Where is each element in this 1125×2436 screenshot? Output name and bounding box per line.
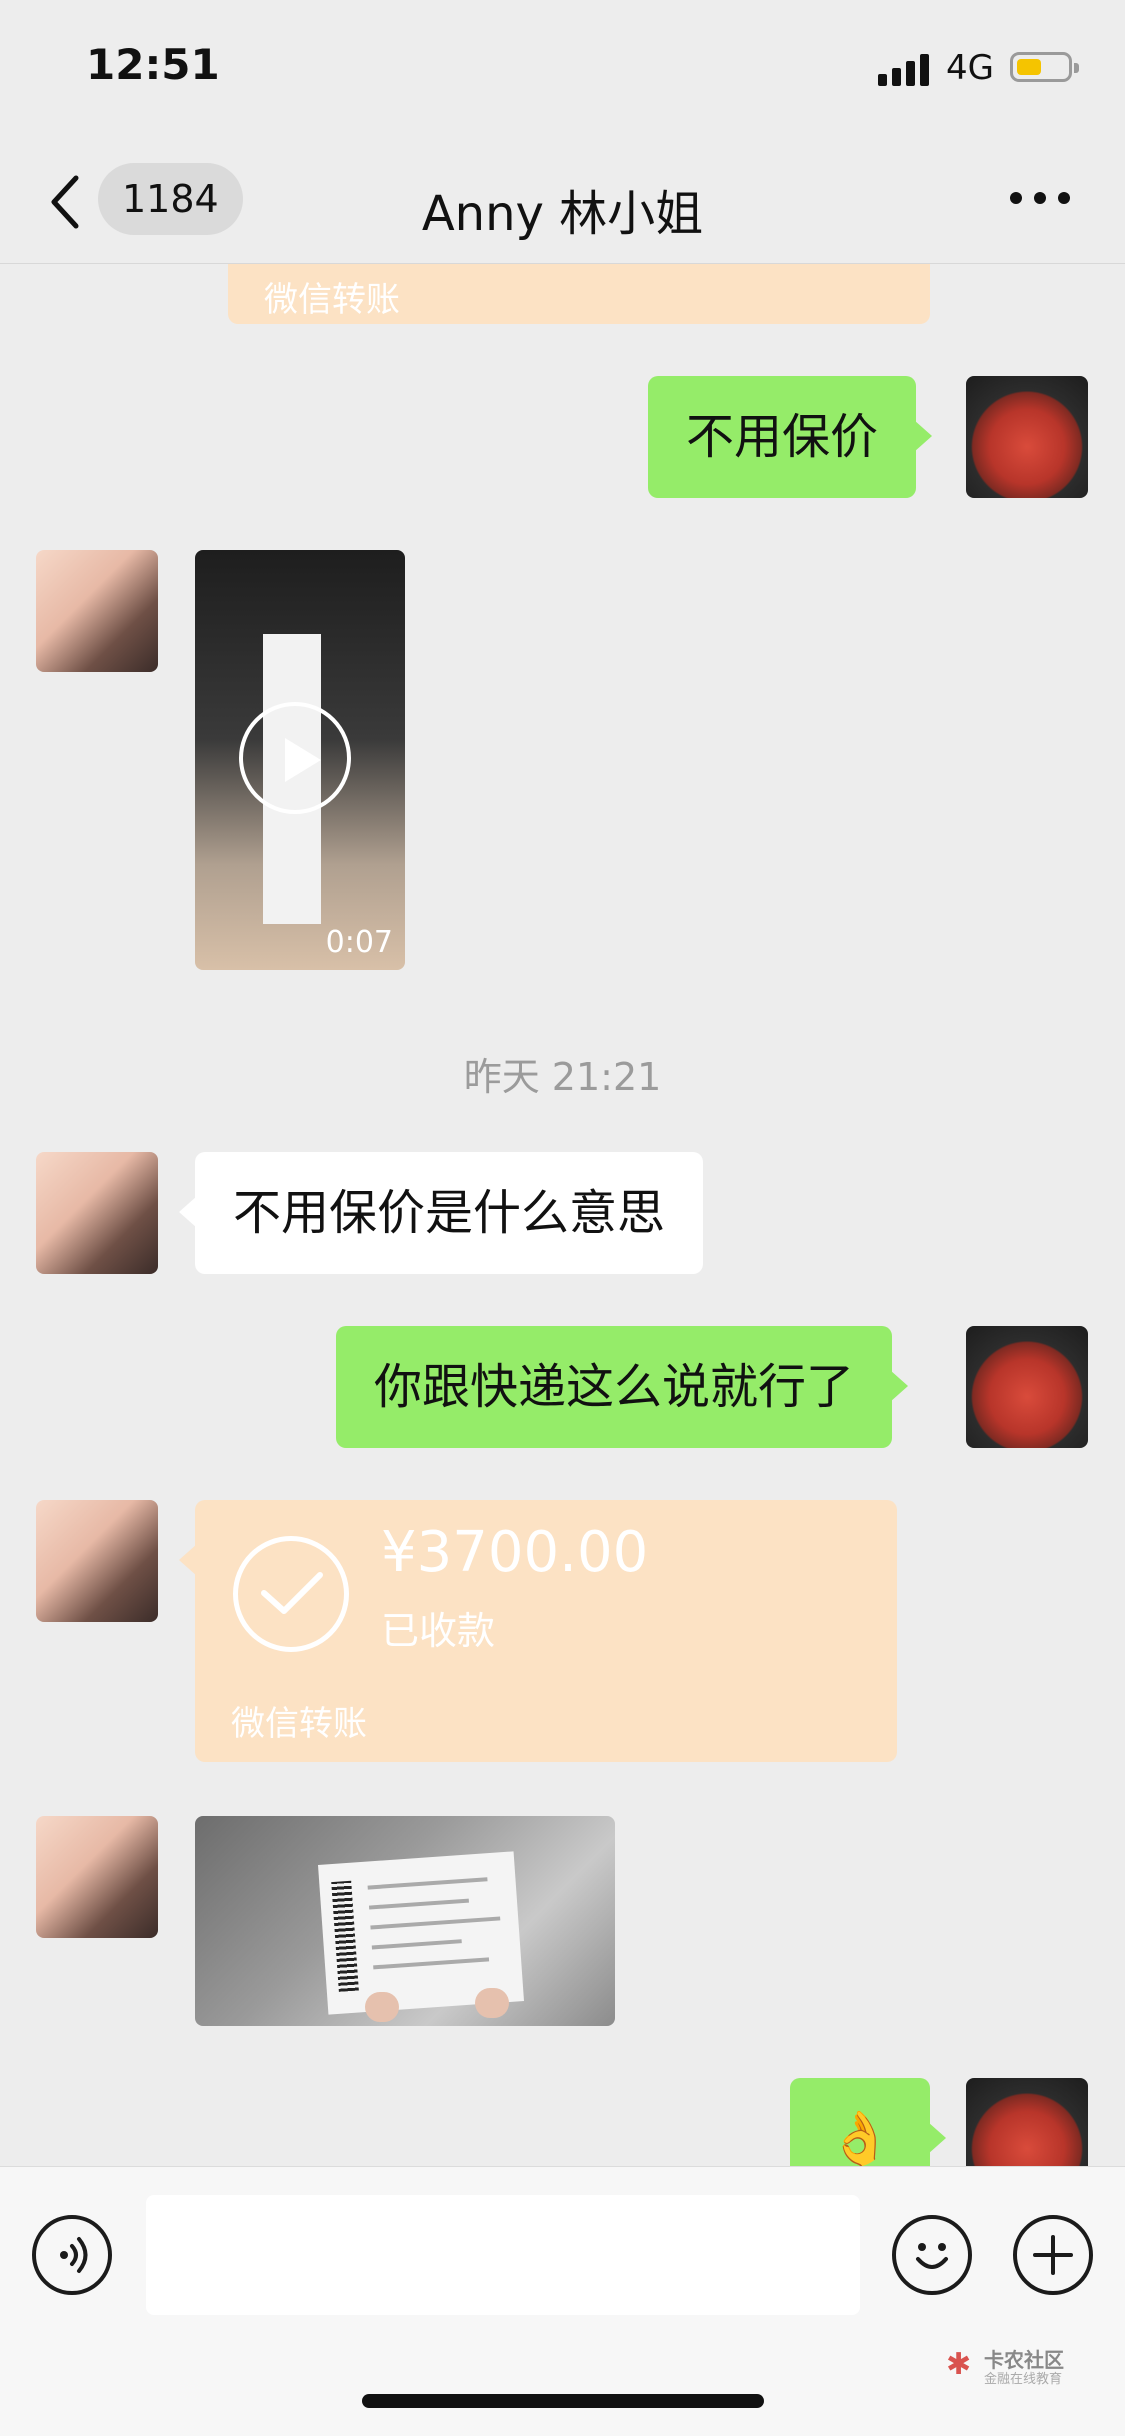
contact-avatar[interactable] bbox=[36, 1152, 158, 1274]
image-message[interactable] bbox=[195, 1816, 615, 2026]
chat-title: Anny 林小姐 bbox=[421, 186, 704, 242]
voice-input-button[interactable] bbox=[32, 2215, 112, 2295]
home-indicator[interactable] bbox=[362, 2394, 764, 2408]
message-input[interactable] bbox=[146, 2195, 860, 2315]
plus-icon bbox=[1033, 2235, 1073, 2275]
video-duration: 0:07 bbox=[325, 925, 393, 960]
transfer-status: 已收款 bbox=[381, 1609, 496, 1653]
play-icon[interactable] bbox=[239, 702, 351, 814]
smiley-icon bbox=[916, 2243, 948, 2269]
signal-icon bbox=[878, 52, 934, 86]
transfer-label: 微信转账 bbox=[231, 1704, 367, 1744]
message-timestamp: 昨天 21:21 bbox=[463, 1055, 662, 1099]
message-list[interactable]: 微信转账 不用保价 0:07 昨天 21:21 不用保价是什么意思 你跟快递这么… bbox=[0, 264, 1125, 2166]
contact-avatar[interactable] bbox=[36, 550, 158, 672]
network-type: 4G bbox=[946, 48, 994, 88]
my-avatar[interactable] bbox=[966, 2078, 1088, 2166]
contact-avatar[interactable] bbox=[36, 1500, 158, 1622]
contact-avatar[interactable] bbox=[36, 1816, 158, 1938]
checkmark-icon bbox=[233, 1536, 349, 1652]
watermark-logo-icon: ✱ bbox=[946, 2347, 972, 2382]
status-bar: 12:51 4G bbox=[0, 0, 1125, 140]
more-options-icon[interactable] bbox=[1010, 192, 1070, 206]
my-avatar[interactable] bbox=[966, 1326, 1088, 1448]
message-bubble-sent[interactable]: 你跟快递这么说就行了 bbox=[336, 1326, 909, 1448]
message-bubble-sent[interactable]: 不用保价 bbox=[648, 376, 933, 498]
emoji-button[interactable] bbox=[892, 2215, 972, 2295]
message-bubble-sent[interactable]: 👌 bbox=[790, 2078, 946, 2166]
video-message[interactable]: 0:07 bbox=[195, 550, 405, 970]
transfer-label: 微信转账 bbox=[264, 280, 400, 320]
battery-icon bbox=[1010, 52, 1079, 82]
voice-icon bbox=[60, 2237, 88, 2273]
my-avatar[interactable] bbox=[966, 376, 1088, 498]
chat-header: 1184 Anny 林小姐 bbox=[0, 140, 1125, 264]
watermark-subtitle: 金融在线教育 bbox=[984, 2372, 1063, 2387]
status-time: 12:51 bbox=[86, 40, 220, 89]
partial-transfer-card[interactable]: 微信转账 bbox=[228, 264, 930, 324]
more-functions-button[interactable] bbox=[1013, 2215, 1093, 2295]
message-bubble-received[interactable]: 不用保价是什么意思 bbox=[178, 1152, 704, 1274]
transfer-amount: ¥3700.00 bbox=[381, 1520, 649, 1585]
transfer-card[interactable]: ¥3700.00 已收款 微信转账 bbox=[179, 1500, 897, 1762]
